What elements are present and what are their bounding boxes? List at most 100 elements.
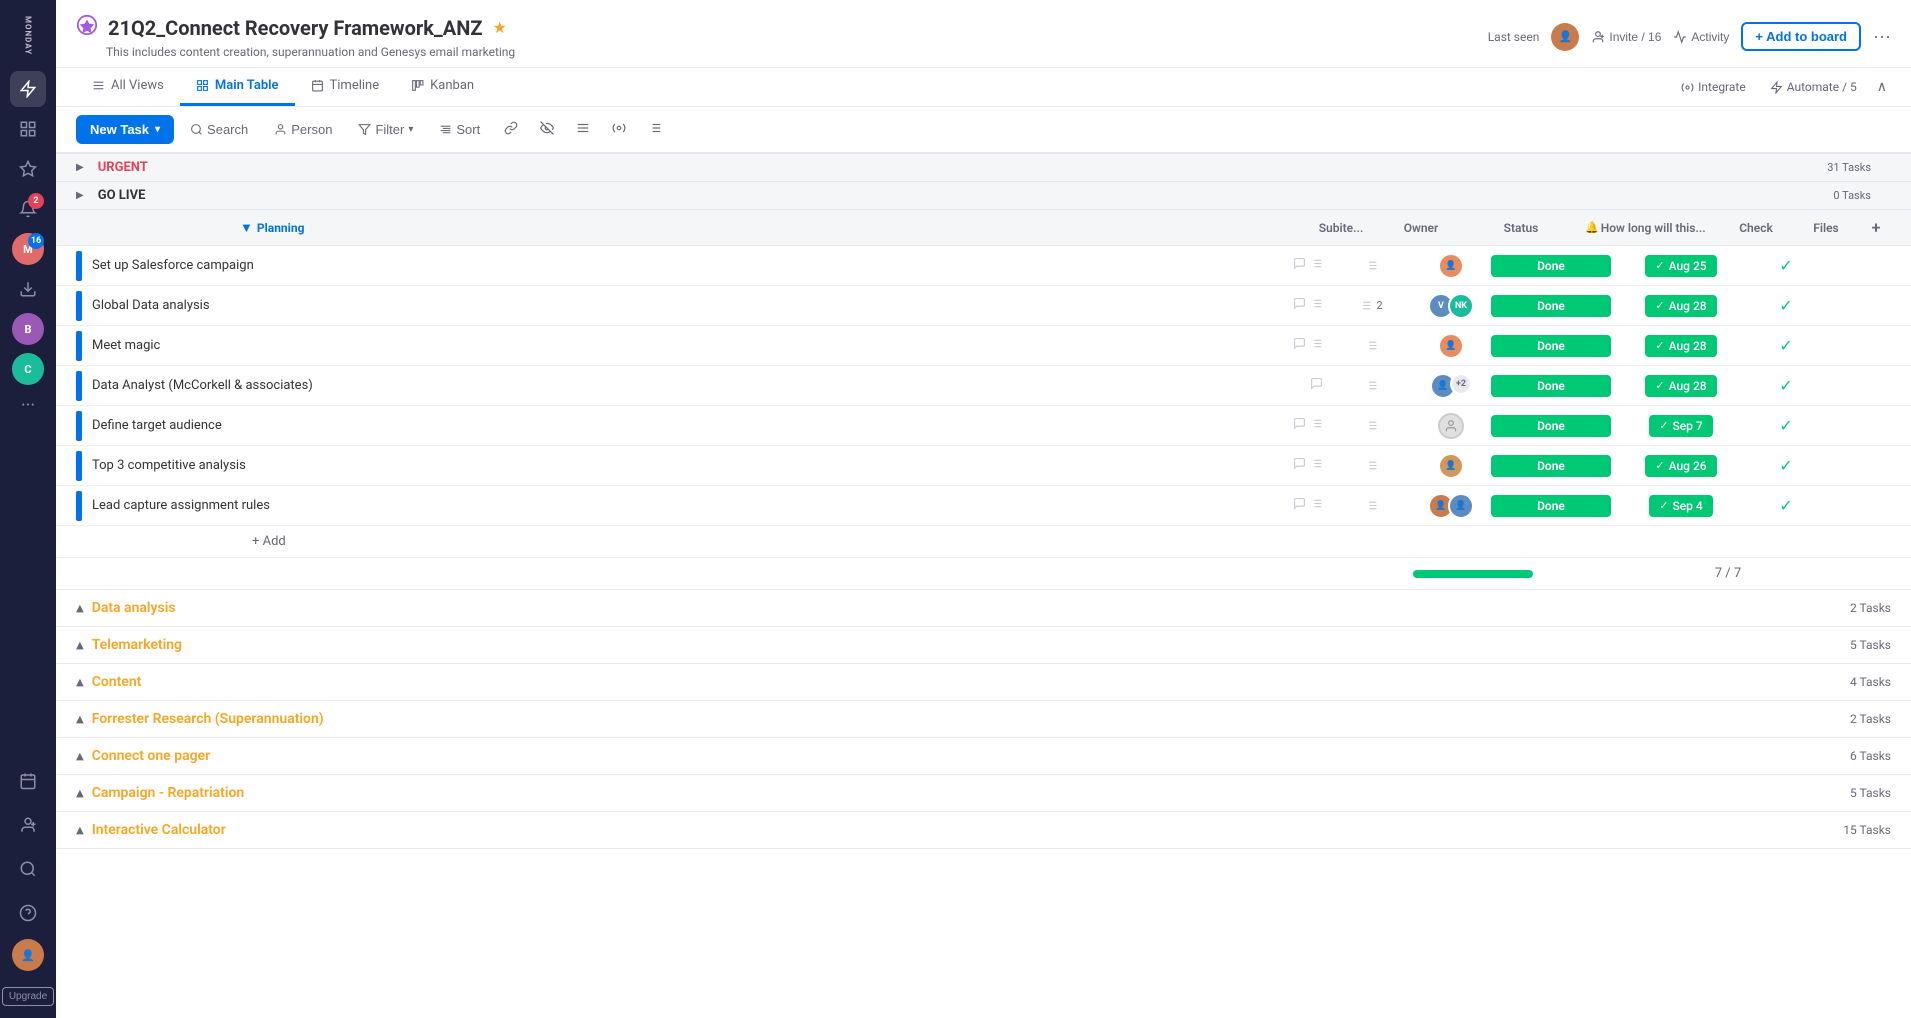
table-row[interactable]: Data Analyst (McCorkell & associates) 👤 … <box>56 366 1911 406</box>
comment-icon[interactable] <box>1293 297 1306 314</box>
hide-icon-button[interactable] <box>532 115 562 144</box>
check-cell[interactable]: ✓ <box>1751 296 1821 315</box>
status-cell[interactable]: Done <box>1491 335 1611 357</box>
comment-icon[interactable] <box>1293 257 1306 274</box>
planning-group-toggle[interactable]: ▼ Planning <box>236 212 308 244</box>
new-task-button[interactable]: New Task ▾ <box>76 115 174 144</box>
check-cell[interactable]: ✓ <box>1751 456 1821 475</box>
check-mark: ✓ <box>1779 256 1792 275</box>
table-row[interactable]: Define target audience <box>56 406 1911 446</box>
subitem-icon[interactable] <box>1310 497 1323 514</box>
status-cell[interactable]: Done <box>1491 415 1611 437</box>
upgrade-button[interactable]: Upgrade <box>2 987 54 1006</box>
grid-icon[interactable] <box>10 111 46 147</box>
group-connect-one-pager[interactable]: ▶ Connect one pager 6 Tasks <box>56 738 1911 775</box>
bolt-icon[interactable] <box>10 71 46 107</box>
table-row[interactable]: Lead capture assignment rules <box>56 486 1911 526</box>
group-data-analysis[interactable]: ▶ Data analysis 2 Tasks <box>56 590 1911 627</box>
table-row[interactable]: Global Data analysis 2 <box>56 286 1911 326</box>
tab-main-table[interactable]: Main Table <box>180 68 295 106</box>
add-to-board-button[interactable]: + Add to board <box>1741 22 1861 51</box>
howlong-cell[interactable]: ✓ Sep 7 <box>1611 415 1751 437</box>
download-sidebar-icon[interactable] <box>10 271 46 307</box>
subitem-icon[interactable] <box>1310 417 1323 434</box>
group-golive-header[interactable]: ▶ GO LIVE 0 Tasks <box>56 181 1911 209</box>
subitem-icon[interactable] <box>1310 337 1323 354</box>
check-cell[interactable]: ✓ <box>1751 416 1821 435</box>
table-row[interactable]: Meet magic 👤 <box>56 326 1911 366</box>
integrate-button[interactable]: Integrate <box>1673 76 1754 98</box>
user-avatar[interactable]: 👤 <box>12 939 44 971</box>
calendar-sidebar-icon[interactable] <box>10 763 46 799</box>
help-sidebar-icon[interactable] <box>10 895 46 931</box>
col-header-add[interactable]: + <box>1861 210 1891 245</box>
group-interactive-calculator[interactable]: ▶ Interactive Calculator 15 Tasks <box>56 812 1911 849</box>
person-button[interactable]: Person <box>264 116 342 143</box>
check-cell[interactable]: ✓ <box>1751 256 1821 275</box>
comment-icon[interactable] <box>1293 497 1306 514</box>
user-m-icon[interactable]: M 16 <box>10 231 46 267</box>
table-row[interactable]: Set up Salesforce campaign 👤 <box>56 246 1911 286</box>
comment-icon[interactable] <box>1293 417 1306 434</box>
urgent-group-name: URGENT <box>98 160 148 175</box>
owner-plus-badge: +2 <box>1450 373 1472 395</box>
howlong-cell[interactable]: ✓ Sep 4 <box>1611 495 1751 517</box>
group-forrester[interactable]: ▶ Forrester Research (Superannuation) 2 … <box>56 701 1911 738</box>
check-cell[interactable]: ✓ <box>1751 376 1821 395</box>
status-cell[interactable]: Done <box>1491 255 1611 277</box>
owner-cell: 👤 <box>1411 453 1491 479</box>
check-cell[interactable]: ✓ <box>1751 496 1821 515</box>
search-button[interactable]: Search <box>180 116 258 143</box>
add-task-label: + Add <box>252 534 286 549</box>
subitem-icon[interactable] <box>1310 457 1323 474</box>
user-c-icon[interactable]: C <box>10 351 46 387</box>
group-telemarketing[interactable]: ▶ Telemarketing 5 Tasks <box>56 627 1911 664</box>
subitem-icon[interactable] <box>1310 297 1323 314</box>
invite-button[interactable]: Invite / 16 <box>1591 30 1661 44</box>
howlong-cell[interactable]: ✓ Aug 26 <box>1611 455 1751 477</box>
view-tabs: All Views Main Table Timeline Kanban Int… <box>56 68 1911 107</box>
add-task-row[interactable]: + Add <box>56 526 1911 558</box>
check-cell[interactable]: ✓ <box>1751 336 1821 355</box>
status-cell[interactable]: Done <box>1491 375 1611 397</box>
settings-icon-button[interactable] <box>604 115 634 144</box>
group-urgent-header[interactable]: ▶ URGENT 31 Tasks <box>56 153 1911 181</box>
link-icon-button[interactable] <box>496 115 526 144</box>
grid-settings-button[interactable] <box>640 115 670 144</box>
table-row[interactable]: Top 3 competitive analysis 👤 <box>56 446 1911 486</box>
comment-icon[interactable] <box>1293 337 1306 354</box>
tab-kanban[interactable]: Kanban <box>395 68 490 106</box>
group-campaign-repatriation[interactable]: ▶ Campaign - Repatriation 5 Tasks <box>56 775 1911 812</box>
howlong-cell[interactable]: ✓ Aug 28 <box>1611 295 1751 317</box>
comment-icon[interactable] <box>1310 377 1323 394</box>
activity-button[interactable]: Activity <box>1673 30 1729 44</box>
favorite-icon[interactable]: ★ <box>493 18 507 37</box>
person-add-sidebar-icon[interactable] <box>10 807 46 843</box>
task-name: Global Data analysis <box>92 298 210 313</box>
telemarketing-count: 5 Tasks <box>1850 638 1891 652</box>
howlong-cell[interactable]: ✓ Aug 28 <box>1611 335 1751 357</box>
status-cell[interactable]: Done <box>1491 295 1611 317</box>
golive-collapse-arrow: ▶ <box>76 190 84 201</box>
search-sidebar-icon[interactable] <box>10 851 46 887</box>
bell-sidebar-icon[interactable]: 2 <box>10 191 46 227</box>
automate-button[interactable]: Automate / 5 <box>1762 76 1865 98</box>
howlong-cell[interactable]: ✓ Aug 28 <box>1611 375 1751 397</box>
user-b-icon[interactable]: B <box>10 311 46 347</box>
tab-timeline[interactable]: Timeline <box>295 68 396 106</box>
howlong-cell[interactable]: ✓ Aug 25 <box>1611 255 1751 277</box>
tab-all-views[interactable]: All Views <box>76 68 180 106</box>
filter-button[interactable]: Filter ▾ <box>348 116 423 143</box>
collapse-tabs-button[interactable]: ∧ <box>1873 75 1891 99</box>
status-cell[interactable]: Done <box>1491 495 1611 517</box>
status-cell[interactable]: Done <box>1491 455 1611 477</box>
row-indicator <box>76 411 82 441</box>
header-more-button[interactable]: ··· <box>1873 26 1891 47</box>
sidebar-more-icon[interactable]: ··· <box>21 395 35 416</box>
sort-button[interactable]: Sort <box>429 116 490 143</box>
comment-icon[interactable] <box>1293 457 1306 474</box>
subitem-icon[interactable] <box>1310 257 1323 274</box>
group-content[interactable]: ▶ Content 4 Tasks <box>56 664 1911 701</box>
row-height-button[interactable] <box>568 115 598 144</box>
star-sidebar-icon[interactable] <box>10 151 46 187</box>
